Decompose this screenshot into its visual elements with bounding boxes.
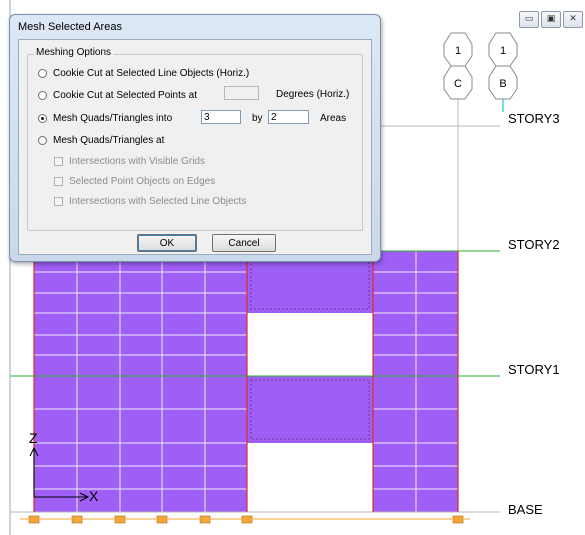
areas-label: Areas	[320, 113, 347, 124]
checkbox[interactable]	[54, 197, 63, 206]
mesh-divisions-y-input[interactable]: 2	[268, 110, 309, 124]
axis-z-label: Z	[29, 430, 38, 446]
checkbox-label: Selected Point Objects on Edges	[69, 176, 216, 187]
option-cookie-cut-points[interactable]: Cookie Cut at Selected Points at	[38, 90, 197, 101]
degrees-input[interactable]	[224, 86, 259, 100]
dialog-body: Meshing Options Cookie Cut at Selected L…	[18, 39, 372, 255]
checkbox-selected-points[interactable]: Selected Point Objects on Edges	[54, 176, 215, 187]
mesh-divisions-x-input[interactable]: 3	[201, 110, 241, 124]
story-label: STORY1	[508, 362, 560, 377]
restore-button[interactable]: ▣	[541, 11, 561, 28]
grid-bubble-b: 1 B	[488, 32, 518, 100]
option-mesh-into[interactable]: Mesh Quads/Triangles into	[38, 113, 172, 124]
degrees-label: Degrees (Horiz.)	[276, 89, 350, 100]
radio-button-selected[interactable]	[38, 114, 47, 123]
area-panel	[34, 251, 247, 512]
option-label: Mesh Quads/Triangles into	[53, 113, 173, 124]
radio-button[interactable]	[38, 136, 47, 145]
axis-x-label: X	[89, 488, 99, 504]
checkbox[interactable]	[54, 157, 63, 166]
by-label: by	[252, 113, 263, 124]
checkbox-intersections-grids[interactable]: Intersections with Visible Grids	[54, 156, 205, 167]
option-mesh-at[interactable]: Mesh Quads/Triangles at	[38, 135, 164, 146]
mesh-selected-areas-dialog[interactable]: Mesh Selected Areas Meshing Options Cook…	[9, 14, 381, 262]
grid-bubble-label: B	[499, 78, 506, 90]
story-label: STORY2	[508, 237, 560, 252]
area-objects[interactable]	[34, 251, 458, 512]
area-panel	[247, 376, 373, 443]
close-button[interactable]: ✕	[563, 11, 583, 28]
grid-bubble-label: 1	[500, 45, 506, 57]
window-controls: ▭ ▣ ✕	[519, 11, 583, 28]
story-label: STORY3	[508, 111, 560, 126]
dialog-title: Mesh Selected Areas	[18, 21, 122, 33]
checkbox-intersections-lines[interactable]: Intersections with Selected Line Objects	[54, 196, 246, 207]
grid-bubble-label: 1	[455, 45, 461, 57]
checkbox-label: Intersections with Selected Line Objects	[69, 196, 247, 207]
radio-button[interactable]	[38, 91, 47, 100]
cancel-button[interactable]: Cancel	[212, 234, 276, 252]
group-label: Meshing Options	[34, 47, 114, 58]
option-label: Mesh Quads/Triangles at	[53, 135, 165, 146]
ok-button[interactable]: OK	[137, 234, 197, 252]
radio-button[interactable]	[38, 69, 47, 78]
story-label: BASE	[508, 502, 543, 517]
checkbox[interactable]	[54, 177, 63, 186]
grid-bubble-label: C	[454, 78, 462, 90]
checkbox-label: Intersections with Visible Grids	[69, 156, 205, 167]
minimize-button[interactable]: ▭	[519, 11, 539, 28]
option-label: Cookie Cut at Selected Line Objects (Hor…	[53, 68, 250, 79]
meshing-options-group: Meshing Options Cookie Cut at Selected L…	[27, 47, 363, 231]
grid-bubble-c: 1 C	[443, 32, 473, 100]
option-cookie-cut-lines[interactable]: Cookie Cut at Selected Line Objects (Hor…	[38, 68, 249, 79]
option-label: Cookie Cut at Selected Points at	[53, 90, 197, 101]
